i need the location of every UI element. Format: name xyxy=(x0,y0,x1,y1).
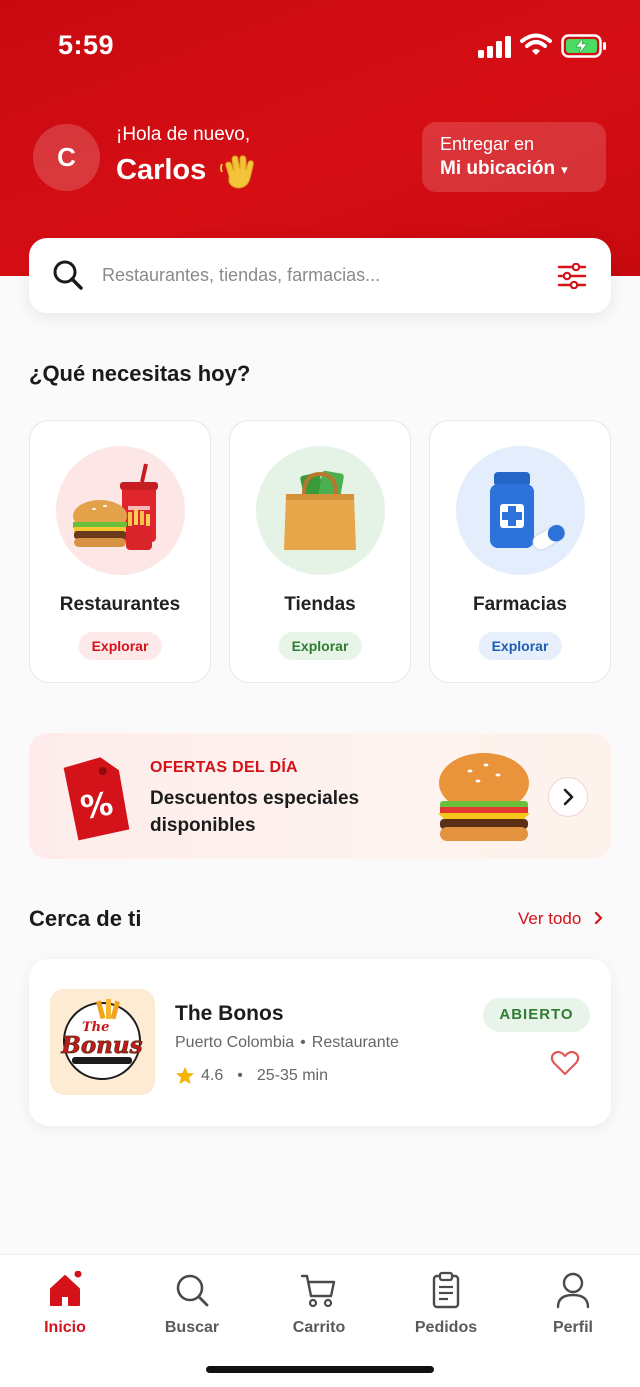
nav-label: Perfil xyxy=(552,1319,593,1336)
delivery-time: 25-35 min xyxy=(256,1067,329,1084)
stores-illustration xyxy=(256,446,385,575)
cart-icon xyxy=(300,1274,336,1308)
deliver-location: Mi ubicación ▾ xyxy=(440,158,606,180)
chevron-down-icon: ▾ xyxy=(561,162,568,177)
star-icon xyxy=(176,1067,194,1084)
deliver-label: Entregar en xyxy=(440,134,535,154)
greeting-text: ¡Hola de nuevo, xyxy=(116,124,251,145)
delivery-location-button[interactable]: Entregar en Mi ubicación ▾ xyxy=(422,122,606,192)
promo-kicker: OFERTAS DEL DÍA xyxy=(150,759,298,776)
home-icon xyxy=(50,1271,82,1306)
nav-label: Pedidos xyxy=(414,1319,478,1336)
deliver-location-text: Mi ubicación xyxy=(440,158,556,179)
nav-item-pedidos[interactable]: Pedidos xyxy=(391,1271,501,1337)
search-bar[interactable]: Restaurantes, tiendas, farmacias... xyxy=(29,238,611,313)
category-card-restaurantes[interactable]: Restaurantes Explorar xyxy=(29,420,211,683)
separator-dot: • xyxy=(300,1034,306,1051)
restaurant-city: Puerto Colombia xyxy=(175,1034,295,1051)
user-icon xyxy=(556,1272,590,1309)
restaurant-name: The Bonos xyxy=(175,1002,284,1025)
filter-icon[interactable] xyxy=(557,263,587,289)
restaurant-rating-row: 4.6 • 25-35 min xyxy=(175,1066,328,1086)
restaurant-logo-image: The Bonus xyxy=(60,999,143,1080)
category-card-farmacias[interactable]: Farmacias Explorar xyxy=(429,420,611,683)
burger-drink-icon xyxy=(73,463,158,550)
rating-value: 4.6 xyxy=(201,1067,224,1084)
avatar[interactable]: C xyxy=(33,124,100,191)
category-label: Tiendas xyxy=(284,594,356,615)
favorite-heart-icon[interactable] xyxy=(550,1049,580,1077)
svg-text:%: % xyxy=(78,784,116,827)
restaurant-logo: The Bonus xyxy=(50,989,155,1095)
nav-item-buscar[interactable]: Buscar xyxy=(137,1271,247,1337)
see-all-link[interactable]: Ver todo xyxy=(518,909,606,929)
category-label: Restaurantes xyxy=(59,594,181,615)
restaurants-illustration xyxy=(56,446,185,575)
medicine-bottle-icon xyxy=(490,472,566,551)
nearby-title: Cerca de ti xyxy=(29,906,142,931)
category-label: Farmacias xyxy=(472,594,567,615)
promo-banner[interactable]: % OFERTAS DEL DÍA Descuentos especiales … xyxy=(29,733,611,859)
restaurant-card[interactable]: The Bonus The Bonos Puerto Colombia • Rest… xyxy=(29,959,611,1126)
restaurant-meta: Puerto Colombia • Restaurante xyxy=(175,1034,399,1052)
nav-item-perfil[interactable]: Perfil xyxy=(518,1271,628,1337)
nav-item-inicio[interactable]: Inicio xyxy=(10,1271,120,1337)
category-card-tiendas[interactable]: Tiendas Explorar xyxy=(229,420,411,683)
shopping-bag-icon xyxy=(284,470,356,550)
wifi-icon xyxy=(520,33,552,55)
explore-button[interactable]: Explorar xyxy=(478,632,562,660)
chevron-right-icon xyxy=(563,788,574,806)
search-placeholder: Restaurantes, tiendas, farmacias... xyxy=(102,265,381,285)
nav-label: Buscar xyxy=(164,1319,220,1336)
status-bar: 5:59 xyxy=(0,28,640,64)
chevron-right-icon xyxy=(594,911,603,925)
burger-icon xyxy=(438,753,530,841)
user-name: Carlos xyxy=(116,154,207,186)
categories-title: ¿Qué necesitas hoy? xyxy=(29,361,251,386)
clipboard-icon xyxy=(432,1271,460,1309)
restaurant-type: Restaurante xyxy=(311,1034,399,1051)
search-icon xyxy=(53,260,83,290)
nav-label: Inicio xyxy=(44,1319,86,1336)
pharmacy-illustration xyxy=(456,446,585,575)
explore-button[interactable]: Explorar xyxy=(278,632,362,660)
discount-tag-icon: % xyxy=(63,757,130,841)
nav-item-carrito[interactable]: Carrito xyxy=(264,1271,374,1337)
logo-word-bonus: Bonus xyxy=(60,1032,142,1059)
promo-next-button[interactable] xyxy=(548,777,588,817)
status-time: 5:59 xyxy=(58,30,115,60)
waving-hand-icon xyxy=(220,155,254,189)
search-icon xyxy=(176,1274,209,1307)
status-badge: ABIERTO xyxy=(483,998,590,1032)
promo-description: Descuentos especiales disponibles xyxy=(150,788,360,836)
explore-button[interactable]: Explorar xyxy=(78,632,162,660)
home-indicator xyxy=(206,1366,434,1373)
see-all-label: Ver todo xyxy=(518,909,582,928)
nav-label: Carrito xyxy=(292,1319,346,1336)
separator-dot: • xyxy=(237,1067,243,1084)
signal-icon xyxy=(478,36,511,58)
battery-icon xyxy=(561,34,606,58)
